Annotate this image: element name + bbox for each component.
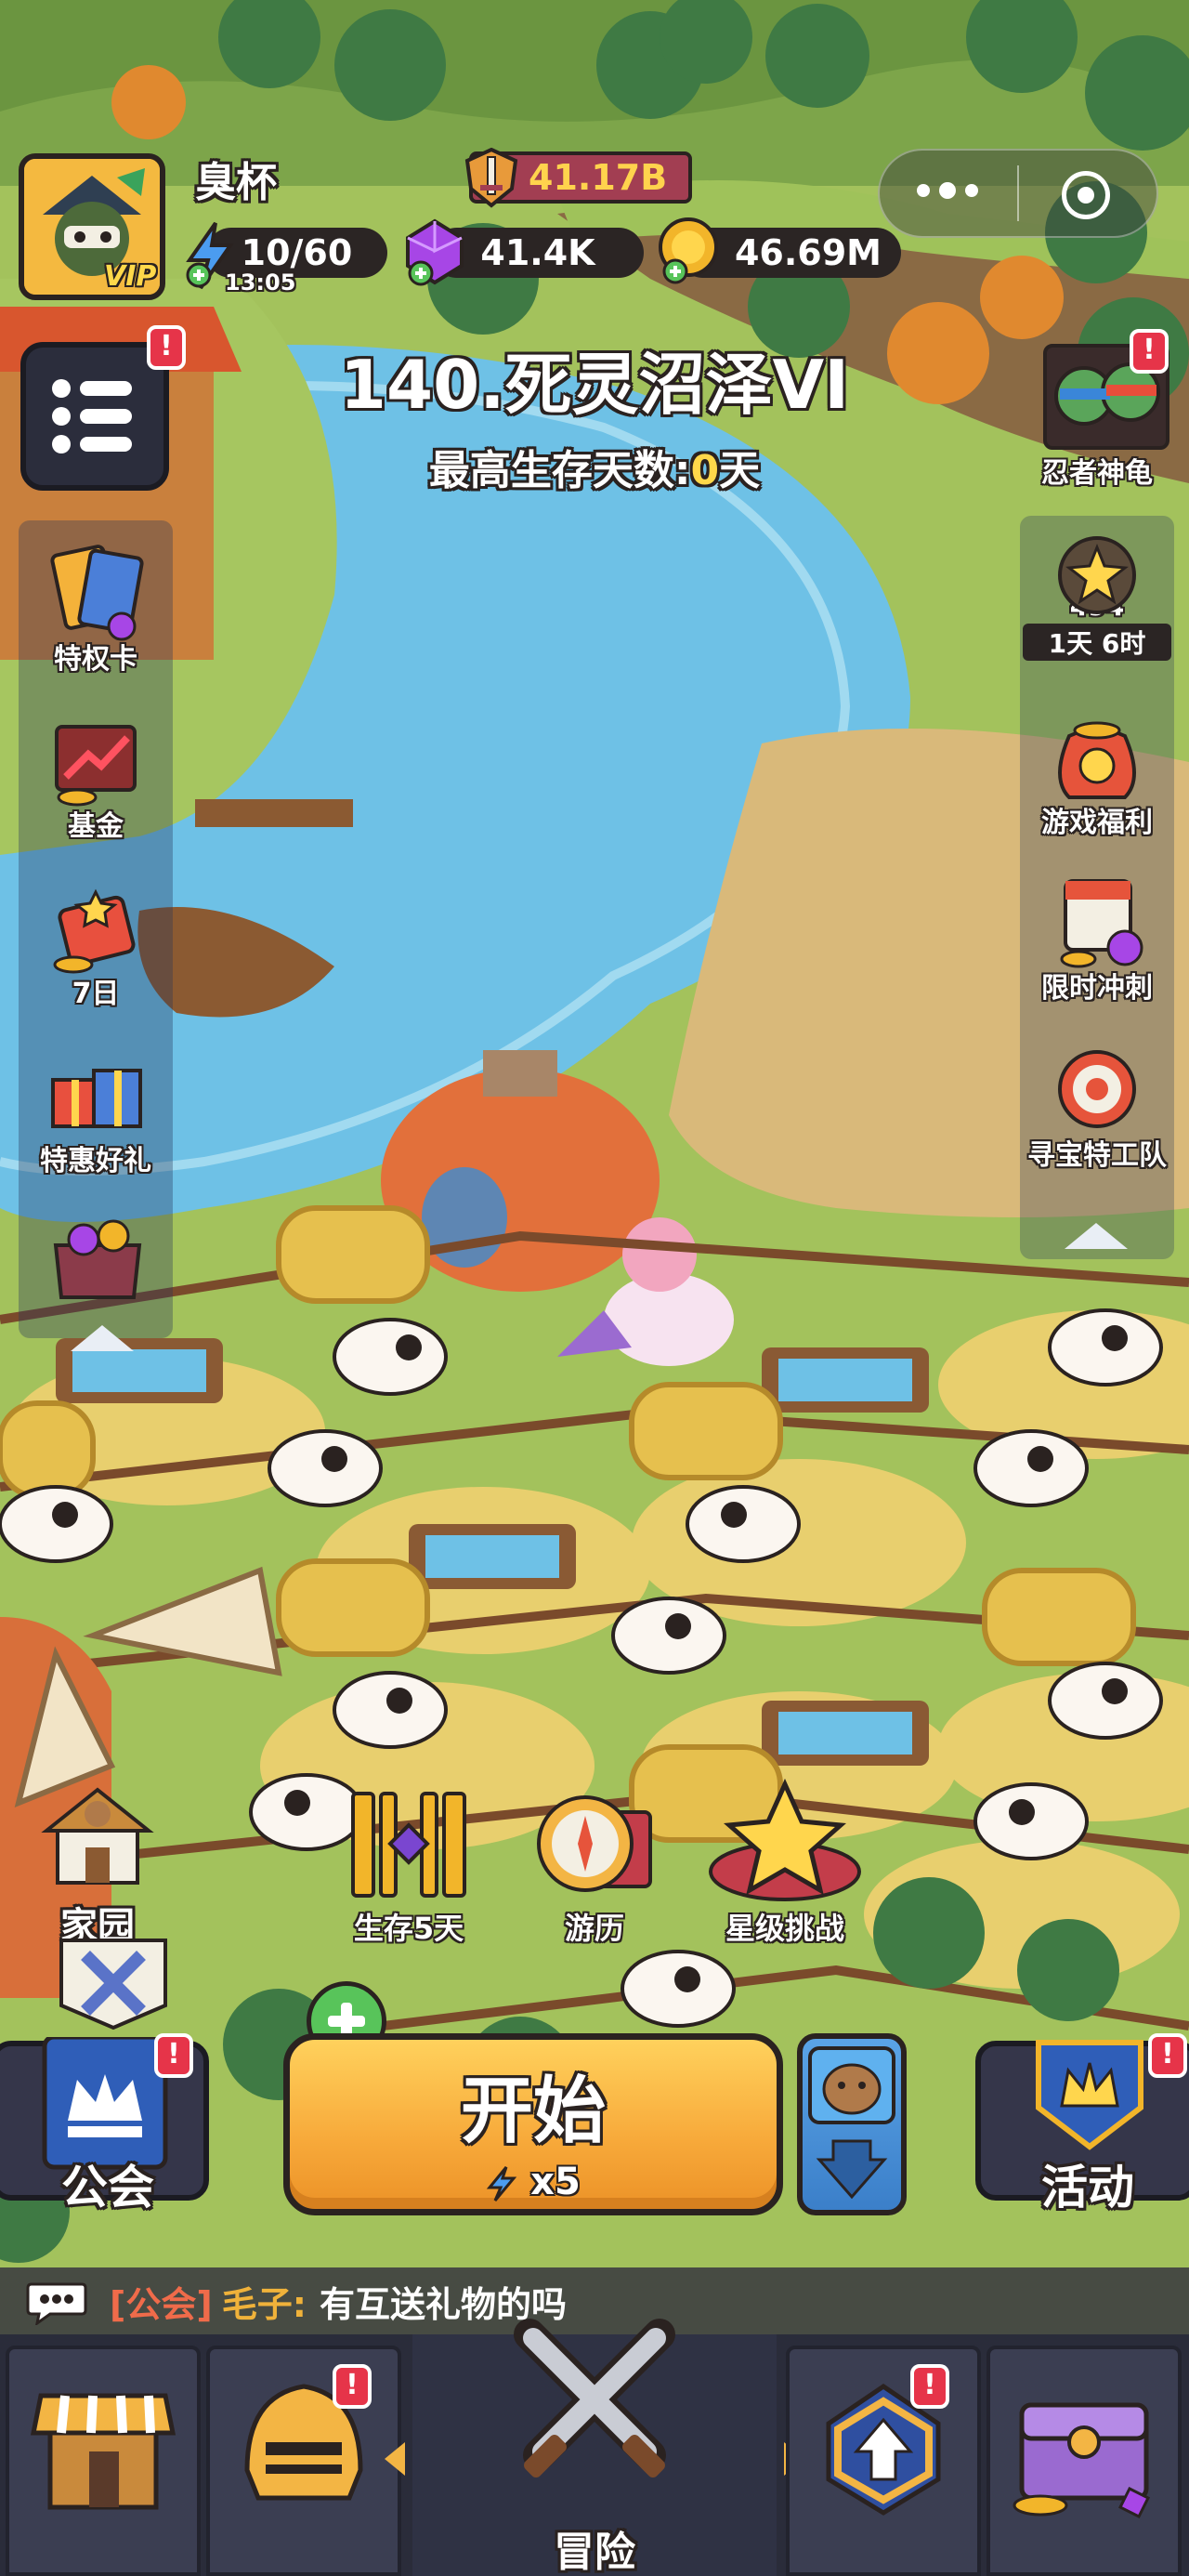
player-name: 臭杯 — [195, 159, 277, 206]
star-medal-timer: 1天 6时 — [1023, 624, 1171, 661]
chat-channel: [公会] — [110, 2283, 213, 2325]
lightning-cost-icon — [487, 2166, 517, 2201]
shop-icon — [30, 2393, 176, 2510]
treasure-target-icon — [1041, 1037, 1153, 1139]
treasure-pile-icon — [53, 1219, 142, 1299]
calendar-sprint-label: 限时冲刺 — [1041, 972, 1153, 1005]
guild-label: 公会 — [61, 2161, 154, 2215]
start-label: 开始 — [460, 2070, 606, 2153]
privilege-card-item[interactable]: 特权卡 — [19, 541, 173, 677]
gold-coin-icon — [659, 217, 718, 284]
gate-chest-icon — [334, 1784, 483, 1905]
lucky-bag-item[interactable]: 游戏福利 — [1020, 704, 1174, 840]
compass-icon — [520, 1784, 669, 1905]
star-challenge-label: 星级挑战 — [725, 1911, 844, 1946]
activity-label: 活动 — [1041, 2161, 1134, 2215]
hero-tab-badge: ! — [333, 2364, 372, 2409]
collapse-arrow-icon[interactable] — [65, 1320, 139, 1357]
gold-value: 46.69M — [734, 232, 882, 273]
survival-unit: 天 — [719, 447, 761, 494]
energy-value: 10/60 — [241, 232, 353, 273]
gift-pack-label: 特惠好礼 — [40, 1145, 151, 1177]
treasure-chest-icon — [1013, 2402, 1151, 2519]
guild-battle-icon[interactable] — [52, 1931, 175, 2033]
lucky-bag-icon — [1041, 704, 1153, 807]
survive-feature[interactable]: 生存5天 — [316, 1784, 502, 1948]
star-challenge-feature[interactable]: 星级挑战 — [687, 1775, 882, 1948]
power-display: 41.17B — [464, 148, 692, 208]
ninja-turtle-item[interactable]: 忍者神龟 ! — [1020, 329, 1174, 491]
seven-day-icon — [40, 875, 151, 978]
seven-day-item[interactable]: 7日 — [19, 875, 173, 1011]
arrow-down-icon — [816, 2139, 888, 2200]
close-miniprogram-icon[interactable] — [1062, 171, 1110, 219]
survive-label: 生存5天 — [353, 1911, 464, 1946]
crown-shield-icon — [1036, 2040, 1143, 2150]
menu-alert-badge: ! — [147, 325, 186, 370]
guild-badge: ! — [154, 2033, 193, 2078]
activity-button[interactable]: ! 活动 — [975, 2033, 1189, 2215]
start-cost-value: x5 — [530, 2161, 581, 2203]
fund-label: 基金 — [68, 810, 124, 843]
home-icon — [37, 1775, 158, 1896]
fund-item[interactable]: 基金 — [19, 708, 173, 844]
treasure-target-label: 寻宝特工队 — [1027, 1139, 1167, 1172]
right-collapse-arrow-icon[interactable] — [1059, 1217, 1133, 1255]
guild-button[interactable]: ! 公会 — [0, 2033, 209, 2215]
chat-user: 毛子: — [221, 2283, 307, 2325]
calendar-sprint-icon — [1041, 870, 1153, 972]
activity-badge: ! — [1148, 2033, 1187, 2078]
nav-left-arrow-icon[interactable] — [381, 2438, 409, 2479]
power-value: 41.17B — [529, 157, 668, 198]
gift-pack-icon — [40, 1043, 151, 1145]
stage-subtitle: 最高生存天数:0天 — [0, 437, 1189, 496]
list-menu-icon — [52, 379, 132, 453]
calendar-sprint-item[interactable]: 限时冲刺 — [1020, 870, 1174, 1005]
gems-value: 41.4K — [480, 232, 595, 273]
gift-pack-item[interactable]: 特惠好礼 — [19, 1043, 173, 1178]
start-cost: x5 — [290, 2161, 777, 2203]
survival-days: 0 — [690, 447, 720, 494]
more-icon[interactable] — [917, 182, 978, 199]
energy-timer: 13:05 — [225, 269, 296, 296]
privilege-card-label: 特权卡 — [54, 643, 137, 676]
crossed-swords-icon — [514, 2319, 675, 2477]
chat-bubble-icon — [26, 2282, 87, 2325]
star-medal-icon — [1041, 534, 1153, 624]
hero-select-button[interactable] — [797, 2033, 907, 2215]
privilege-card-icon — [40, 541, 151, 643]
star-challenge-icon — [701, 1775, 869, 1905]
adventure-label: 冒险 — [554, 2529, 635, 2576]
home-feature[interactable]: 家园 — [19, 1775, 176, 1950]
travel-feature[interactable]: 游历 — [502, 1784, 687, 1948]
treasure-chest-item[interactable] — [37, 1208, 158, 1310]
travel-label: 游历 — [564, 1911, 624, 1946]
lucky-bag-label: 游戏福利 — [1041, 807, 1153, 839]
gem-icon — [406, 218, 464, 286]
fund-icon — [40, 708, 151, 810]
treasure-target-item[interactable]: 寻宝特工队 — [1020, 1037, 1174, 1173]
vip-label: VIP — [104, 260, 157, 293]
sword-shield-icon — [464, 148, 518, 208]
seven-day-label: 7日 — [72, 978, 120, 1010]
main-menu-button[interactable]: ! — [20, 325, 186, 491]
ninja-turtle-badge: ! — [1130, 329, 1169, 374]
ninja-turtle-label: 忍者神龟 — [1041, 457, 1153, 490]
start-button[interactable]: 开始 x5 — [283, 2033, 783, 2215]
miniprogram-capsule — [878, 149, 1158, 238]
star-medal-item[interactable]: 494 1天 6时 — [1020, 534, 1174, 661]
capybara-avatar-icon — [808, 2046, 895, 2200]
upgrade-tab-badge: ! — [910, 2364, 949, 2409]
survival-label: 最高生存天数: — [428, 447, 691, 494]
